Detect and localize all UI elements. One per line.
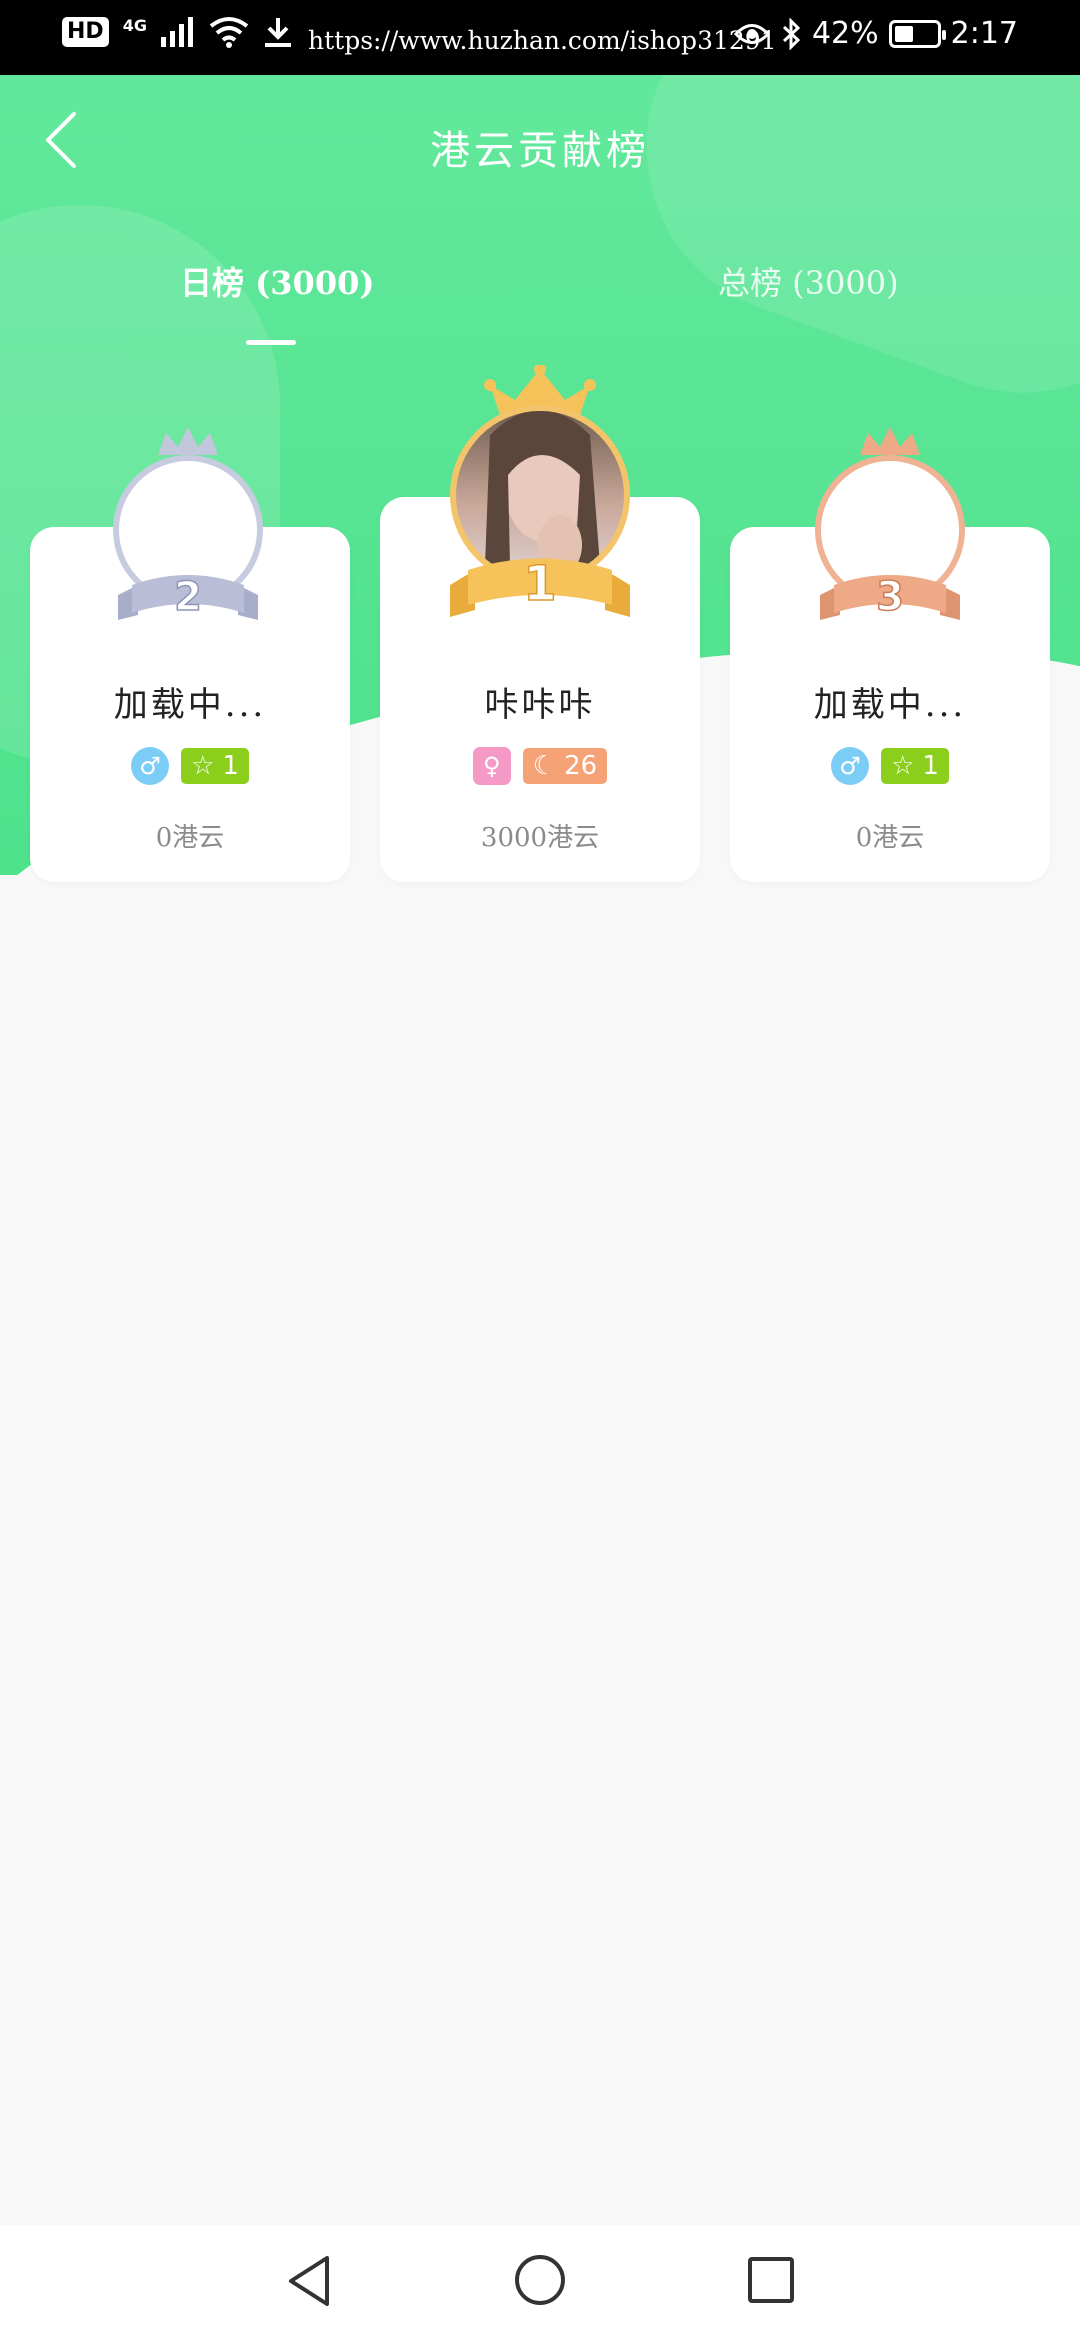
star-icon: ☆: [891, 751, 915, 781]
user-name: 加载中...: [813, 685, 967, 725]
status-right: 42% 2:17: [733, 16, 1018, 51]
user-badges: ♀ ☾ 26: [380, 747, 700, 785]
level-badge: ☆ 1: [881, 748, 949, 784]
clock: 2:17: [950, 16, 1018, 51]
level-value: 1: [222, 751, 239, 781]
status-bar: HD 4G https://www.huzhan.com/ishop31291 …: [0, 0, 1080, 75]
back-nav-icon[interactable]: [285, 2253, 335, 2309]
hd-badge: HD: [62, 17, 109, 47]
moon-icon: ☾: [532, 751, 557, 781]
male-icon: ♂: [831, 747, 870, 785]
avatar-frame-2[interactable]: 2: [108, 425, 268, 630]
star-icon: ☆: [191, 751, 215, 781]
battery-percent: 42%: [811, 16, 879, 51]
crown-icon: [860, 427, 920, 455]
status-left: HD 4G: [62, 16, 293, 48]
home-nav-icon[interactable]: [513, 2253, 567, 2307]
battery-icon: [888, 19, 946, 48]
bluetooth-icon: [782, 17, 801, 50]
user-badges: ♂ ☆ 1: [30, 747, 350, 785]
network-type: 4G: [122, 16, 147, 35]
user-name: 加载中...: [113, 685, 267, 725]
wifi-icon: [209, 17, 249, 48]
avatar-frame-3[interactable]: 3: [810, 425, 970, 630]
male-icon: ♂: [131, 747, 170, 785]
user-points: 3000港云: [480, 823, 600, 853]
level-badge: ☆ 1: [181, 748, 249, 784]
user-points: 0港云: [855, 823, 925, 853]
user-name: 咔咔咔: [484, 685, 596, 725]
avatar-frame-1[interactable]: 1: [440, 365, 640, 630]
rank-number: 1: [523, 556, 556, 612]
user-badges: ♂ ☆ 1: [730, 747, 1050, 785]
signal-icon: [160, 17, 193, 47]
navigation-bar: [0, 2225, 1080, 2340]
tab-daily[interactable]: 日榜 (3000): [180, 258, 375, 304]
level-value: 1: [922, 751, 939, 781]
eye-icon: [733, 23, 770, 44]
level-badge: ☾ 26: [522, 748, 608, 784]
tab-total[interactable]: 总榜 (3000): [718, 258, 899, 304]
crown-icon: [158, 427, 218, 455]
watermark-url: https://www.huzhan.com/ishop31291: [308, 26, 777, 55]
page-title: 港云贡献榜: [430, 128, 650, 174]
rank-number: 2: [174, 574, 202, 620]
recent-apps-nav-icon[interactable]: [746, 2255, 796, 2305]
user-points: 0港云: [155, 823, 225, 853]
female-icon: ♀: [472, 747, 511, 785]
tab-indicator: [246, 340, 296, 345]
level-value: 26: [564, 751, 598, 781]
download-icon: [264, 18, 291, 47]
rank-number: 3: [876, 574, 904, 620]
